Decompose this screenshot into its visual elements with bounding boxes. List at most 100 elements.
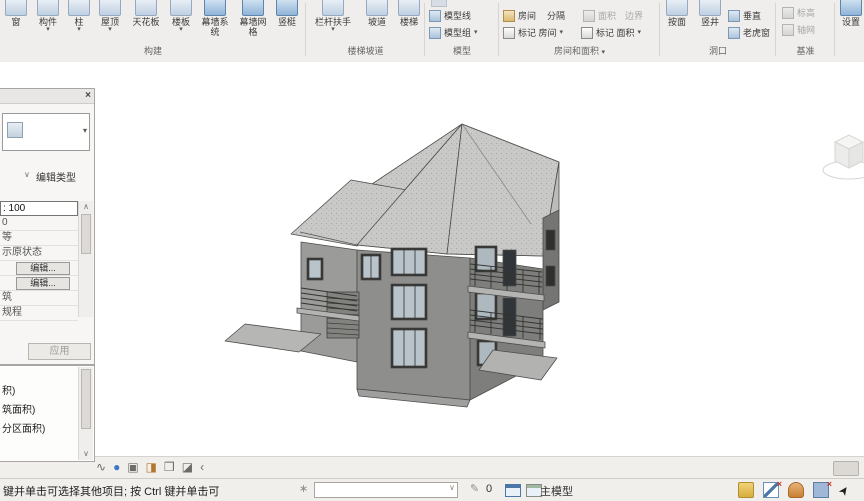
- hide-isolate-icon[interactable]: ◨: [146, 460, 157, 474]
- edit-type-button[interactable]: 编辑类型: [36, 169, 76, 184]
- railing-icon: [322, 0, 344, 16]
- mullion-button[interactable]: 竖梃: [272, 0, 302, 27]
- component-button[interactable]: 构件 ▾: [32, 0, 64, 33]
- view-control-bar: ∿ ● ▣ ◨ ❒ ◪ ‹: [0, 456, 864, 479]
- railing-button[interactable]: 栏杆扶手 ▾: [309, 0, 357, 33]
- grid-button: 轴网: [782, 23, 815, 36]
- model-group-button[interactable]: 模型组 ▾: [429, 26, 478, 39]
- type-selector[interactable]: ▾: [2, 113, 90, 151]
- crop-view-icon[interactable]: ▣: [127, 460, 138, 474]
- visibility-edit-button[interactable]: 编辑...: [16, 262, 70, 275]
- scroll-up-icon[interactable]: ∧: [79, 201, 93, 213]
- view-scale-value[interactable]: : 100: [0, 201, 78, 216]
- shaft-button[interactable]: 竖井: [696, 0, 724, 27]
- dormer-button[interactable]: 老虎窗: [728, 26, 770, 39]
- set-workplane-button[interactable]: 设置: [838, 0, 864, 27]
- parts-visibility-value[interactable]: 示原状态: [0, 246, 78, 261]
- graphics-edit-button[interactable]: 编辑...: [16, 277, 70, 290]
- panel-label-circulation: 楼梯坡道: [347, 46, 384, 56]
- detail-level-value[interactable]: 等: [0, 231, 78, 246]
- button-label: 边界: [625, 11, 644, 21]
- 3d-building-model[interactable]: [95, 62, 864, 456]
- workset-dropdown[interactable]: ∨: [314, 482, 458, 498]
- chevron-down-icon[interactable]: ∨: [24, 170, 30, 179]
- browser-scrollbar[interactable]: ∨: [78, 367, 93, 460]
- dropdown-arrow-icon: ▾: [601, 49, 606, 56]
- button-label: 老虎窗: [743, 28, 771, 38]
- ribbon-panel-opening: 按面 竖井 垂直 老虎窗 洞口: [660, 0, 776, 60]
- close-icon[interactable]: ×: [85, 90, 91, 101]
- panel-label-model: 模型: [452, 46, 471, 56]
- properties-titlebar[interactable]: ×: [0, 89, 94, 104]
- button-label: 竖井: [700, 17, 719, 27]
- filter-icon[interactable]: [738, 482, 754, 498]
- apply-button[interactable]: 应用: [28, 343, 91, 360]
- design-options-icon[interactable]: [505, 484, 521, 497]
- visual-style-icon[interactable]: ∿: [96, 460, 106, 474]
- dropdown-arrow-icon[interactable]: ▾: [66, 26, 92, 33]
- scroll-left-icon[interactable]: ‹: [200, 460, 204, 474]
- horizontal-scrollbar-thumb[interactable]: [833, 461, 859, 476]
- active-design-option[interactable]: 主模型: [540, 483, 573, 499]
- discipline-value[interactable]: 筑: [0, 291, 78, 306]
- roof-button[interactable]: 屋顶 ▾: [94, 0, 126, 33]
- ceiling-button[interactable]: 天花板: [128, 0, 164, 27]
- scrollbar-thumb[interactable]: [81, 369, 91, 429]
- ribbon: 窗 构件 ▾ 柱 ▾ 屋顶 ▾ 天花板 楼板 ▾ 幕墙系统 幕墙网格 竖梃 构建…: [0, 0, 864, 63]
- ramp-icon: [366, 0, 388, 16]
- grid-icon: [782, 23, 794, 36]
- room-icon: [503, 9, 515, 22]
- status-bar: 键并单击可选择其他项目; 按 Ctrl 键并单击可 ∗ ∨ ✎ 0 主模型 × …: [0, 478, 864, 501]
- properties-panel: × ▾ ∨ 编辑类型 : 100 0 等 示原状态 编辑... 编辑... 筑 …: [0, 88, 95, 365]
- floor-button[interactable]: 楼板 ▾: [166, 0, 196, 33]
- curtain-system-button[interactable]: 幕墙系统: [198, 0, 232, 37]
- crop-region-icon[interactable]: ◪: [182, 460, 193, 474]
- select-by-face-icon[interactable]: ×: [813, 479, 832, 498]
- vertical-opening-button[interactable]: 垂直: [728, 9, 761, 22]
- ribbon-panel-circulation: 栏杆扶手 ▾ 坡道 楼梯 楼梯坡道: [306, 0, 425, 60]
- sun-path-icon[interactable]: ●: [113, 460, 120, 474]
- hidden-lines-value[interactable]: 规程: [0, 306, 78, 321]
- stair-button[interactable]: 楼梯: [395, 0, 423, 27]
- status-message: 键并单击可选择其他项目; 按 Ctrl 键并单击可: [3, 486, 220, 498]
- button-label: 坡道: [367, 17, 386, 27]
- area-button: 面积: [583, 9, 616, 22]
- level-button: 标高: [782, 6, 815, 19]
- room-separator-button[interactable]: 分隔: [547, 9, 565, 22]
- viewcube[interactable]: [822, 134, 864, 180]
- drawing-area[interactable]: [0, 62, 864, 456]
- model-line-button[interactable]: 模型线: [429, 9, 471, 22]
- button-label: 幕墙网格: [239, 17, 267, 37]
- tag-room-icon: [503, 26, 515, 39]
- dropdown-arrow-icon[interactable]: ▾: [474, 29, 478, 36]
- dropdown-arrow-icon[interactable]: ▾: [32, 26, 64, 33]
- panel-label-room-area[interactable]: 房间和面积 ▾: [499, 44, 660, 57]
- ramp-button[interactable]: 坡道: [362, 0, 392, 27]
- button-label: 分隔: [547, 11, 566, 21]
- dropdown-arrow-icon[interactable]: ▾: [309, 26, 357, 33]
- dropdown-arrow-icon[interactable]: ▾: [560, 29, 564, 36]
- tag-room-button[interactable]: 标记 房间 ▾: [503, 26, 563, 39]
- panel-label-opening: 洞口: [708, 46, 727, 56]
- room-button[interactable]: 房间: [503, 9, 536, 22]
- opening-by-face-icon: [666, 0, 688, 16]
- window-button[interactable]: 窗: [2, 0, 30, 27]
- curtain-system-icon: [204, 0, 226, 16]
- properties-scrollbar[interactable]: ∧: [78, 201, 93, 317]
- dropdown-arrow-icon[interactable]: ▾: [166, 26, 196, 33]
- select-pinned-icon[interactable]: [788, 482, 804, 498]
- dropdown-arrow-icon[interactable]: ▾: [94, 26, 126, 33]
- tag-area-button[interactable]: 标记 面积 ▾: [581, 26, 641, 39]
- dropdown-arrow-icon[interactable]: ▾: [638, 29, 642, 36]
- opening-by-face-button[interactable]: 按面: [664, 0, 690, 27]
- chevron-down-icon: ∨: [449, 483, 455, 492]
- editing-requests-icon[interactable]: ✎: [470, 482, 479, 495]
- shadows-icon[interactable]: ❒: [164, 460, 175, 474]
- shaft-icon: [699, 0, 721, 16]
- select-links-icon[interactable]: ×: [763, 479, 782, 498]
- scroll-down-icon[interactable]: ∨: [79, 448, 93, 460]
- column-button[interactable]: 柱 ▾: [66, 0, 92, 33]
- scrollbar-thumb[interactable]: [81, 214, 91, 254]
- drag-on-selection-icon[interactable]: ➤: [835, 482, 852, 498]
- curtain-grid-button[interactable]: 幕墙网格: [236, 0, 270, 37]
